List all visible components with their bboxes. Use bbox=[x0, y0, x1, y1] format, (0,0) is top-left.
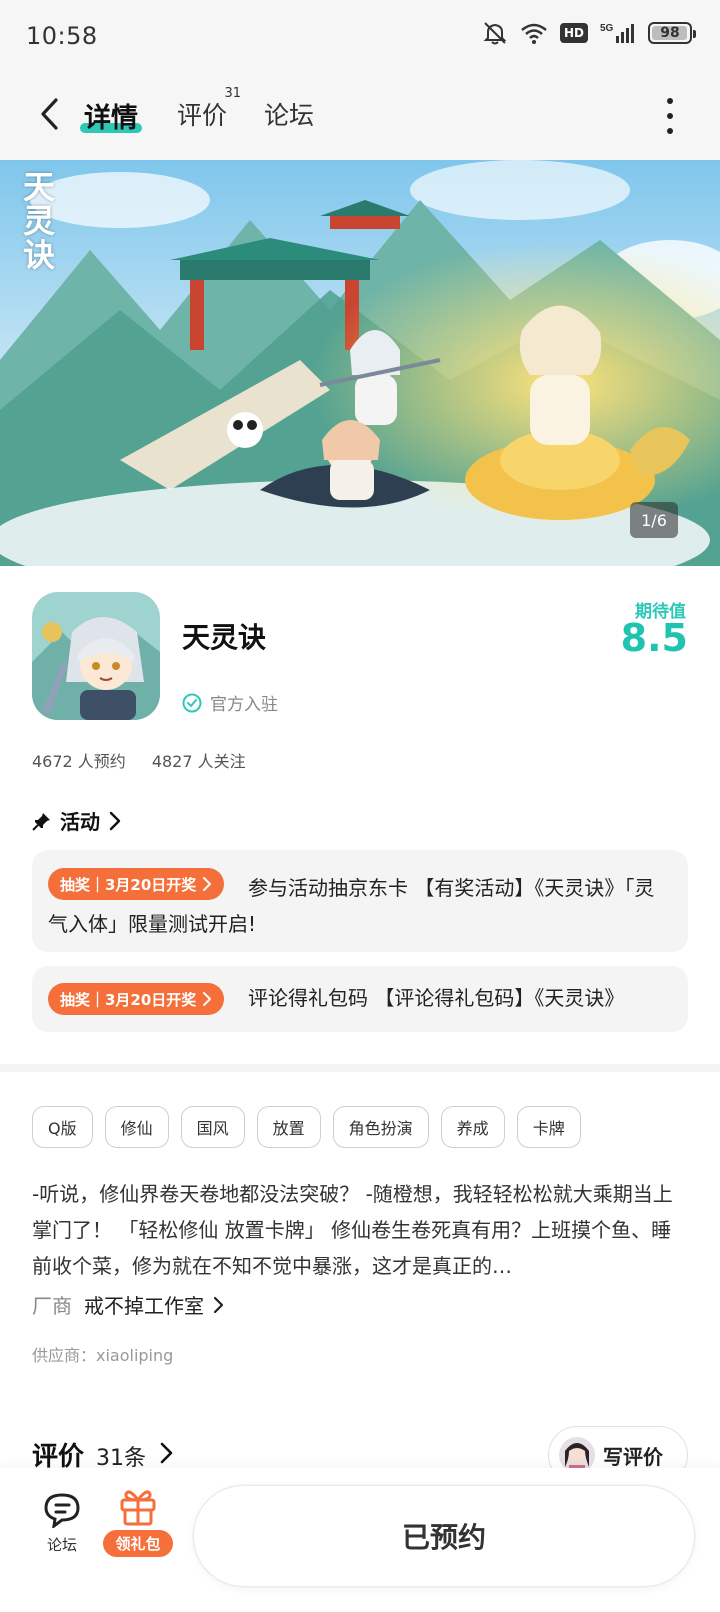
vendor-row[interactable]: 厂商 戒不掉工作室 bbox=[32, 1290, 224, 1319]
svg-text:5G: 5G bbox=[600, 23, 614, 34]
banner-game-logo: 天灵诀 bbox=[18, 170, 56, 272]
chat-bubble-icon bbox=[44, 1493, 80, 1528]
tag[interactable]: 修仙 bbox=[104, 1106, 169, 1148]
lottery-pill: 抽奖｜3月20日开奖 bbox=[48, 983, 225, 1015]
gift-icon bbox=[120, 1490, 156, 1526]
wifi-icon bbox=[521, 23, 547, 44]
official-badge: 官方入驻 bbox=[182, 690, 278, 715]
chevron-right-icon bbox=[213, 1296, 224, 1313]
hd-icon: HD bbox=[559, 23, 588, 43]
follower-count: 4827 人关注 bbox=[151, 752, 246, 771]
chevron-right-icon bbox=[160, 1442, 173, 1464]
reserved-button[interactable]: 已预约 bbox=[194, 1486, 694, 1586]
banner-carousel[interactable]: 天灵诀 1/6 bbox=[0, 160, 720, 566]
activity-section-header[interactable]: 活动 bbox=[32, 806, 122, 835]
mute-bell-icon bbox=[483, 22, 507, 45]
tag[interactable]: 角色扮演 bbox=[332, 1106, 429, 1148]
bottom-action-bar: 论坛 领礼包 已预约 bbox=[0, 1468, 720, 1612]
tag[interactable]: 养成 bbox=[440, 1106, 505, 1148]
gift-pack-button[interactable]: 领礼包 bbox=[98, 1486, 178, 1557]
chevron-right-icon bbox=[109, 811, 121, 830]
status-bar: 10:58 HD 5G 98 bbox=[0, 0, 720, 76]
status-icons: HD 5G 98 bbox=[482, 20, 696, 46]
reservation-count: 4672 人预约 bbox=[32, 752, 126, 771]
tag[interactable]: Q版 bbox=[32, 1106, 93, 1148]
tag-list: Q版 修仙 国风 放置 角色扮演 养成 卡牌 bbox=[32, 1106, 581, 1148]
back-button[interactable] bbox=[30, 94, 70, 134]
tab-reviews[interactable]: 评价 31 bbox=[177, 86, 241, 132]
banner-page-counter: 1/6 bbox=[630, 502, 678, 538]
vendor-name: 戒不掉工作室 bbox=[84, 1290, 224, 1319]
chevron-right-icon bbox=[203, 877, 212, 891]
reviews-tab-badge: 31 bbox=[224, 86, 242, 101]
top-nav: 详情 评价 31 论坛 bbox=[0, 76, 720, 160]
forum-button[interactable]: 论坛 bbox=[40, 1492, 84, 1555]
tag[interactable]: 放置 bbox=[256, 1106, 321, 1148]
status-time: 10:58 bbox=[26, 22, 98, 50]
app-stats: 4672 人预约 4827 人关注 bbox=[32, 748, 246, 772]
verified-check-icon bbox=[182, 693, 202, 712]
game-description[interactable]: -听说，修仙界卷天卷地都没法突破？ -随橙想，我轻轻松松就大乘期当上掌门了！ 「… bbox=[32, 1176, 688, 1284]
app-name: 天灵诀 bbox=[182, 621, 267, 654]
app-icon bbox=[32, 592, 160, 720]
more-menu-button[interactable] bbox=[664, 98, 676, 134]
activity-item[interactable]: 参与活动抽京东卡 【有奖活动】《天灵诀》「灵气入体」限量测试开启! 抽奖｜3月2… bbox=[32, 850, 688, 952]
supplier-text: 供应商：xiaoliping bbox=[32, 1346, 174, 1365]
expectation-score: 8.5 bbox=[620, 616, 688, 660]
tag[interactable]: 卡牌 bbox=[516, 1106, 581, 1148]
activity-item[interactable]: 评论得礼包码 【评论得礼包码】《天灵诀》 抽奖｜3月20日开奖 bbox=[32, 966, 688, 1032]
gift-pack-label: 领礼包 bbox=[103, 1530, 173, 1557]
pin-icon bbox=[32, 812, 50, 831]
lottery-pill: 抽奖｜3月20日开奖 bbox=[48, 868, 225, 900]
tag[interactable]: 国风 bbox=[180, 1106, 245, 1148]
battery-icon: 98 bbox=[648, 22, 696, 44]
activity-title: 活动 bbox=[60, 810, 100, 834]
banner-image bbox=[0, 160, 720, 566]
signal-icon: 5G bbox=[600, 23, 634, 43]
section-divider bbox=[0, 1064, 720, 1072]
chevron-left-icon bbox=[41, 98, 58, 130]
tab-details[interactable]: 详情 bbox=[84, 96, 138, 135]
chevron-right-icon bbox=[203, 992, 212, 1006]
tab-forum[interactable]: 论坛 bbox=[264, 96, 314, 132]
vendor-label: 厂商 bbox=[32, 1294, 72, 1318]
